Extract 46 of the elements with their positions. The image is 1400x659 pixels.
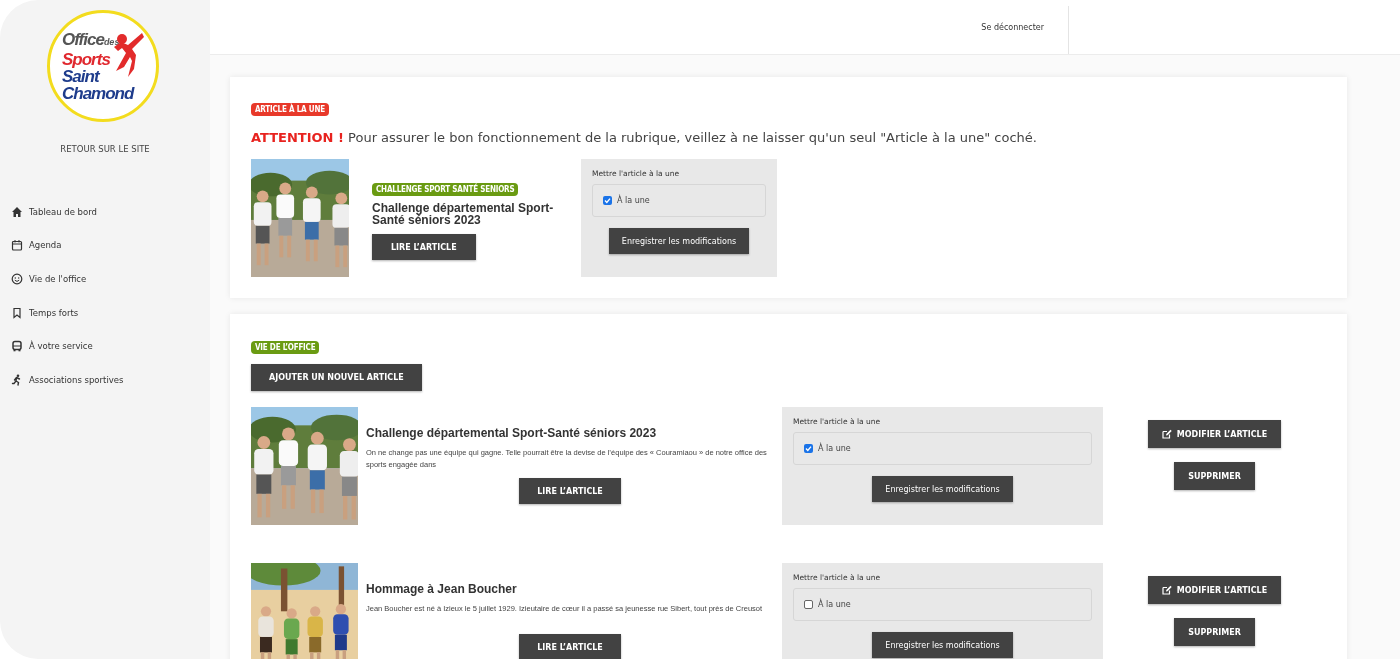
checkbox[interactable] [804,600,813,609]
logo-text: Chamond [62,84,136,102]
article-title: Challenge départemental Sport-Santé séniors 2023 [366,426,658,440]
home-icon [11,205,23,218]
edit-article-button[interactable]: MODIFIER L’ARTICLE [1147,420,1282,448]
edit-article-button[interactable]: MODIFIER L’ARTICLE [1147,576,1282,604]
add-article-button[interactable]: AJOUTER UN NOUVEL ARTICLE [251,364,422,391]
sidebar-item[interactable]: Temps forts [29,307,79,318]
sidebar-item[interactable]: Associations sportives [29,374,124,385]
delete-button[interactable]: SUPPRIMER [1174,462,1255,490]
sidebar-item[interactable]: À votre service [29,341,93,352]
checkbox-label: À la une [818,600,851,609]
warning-message: ATTENTION ! Pour assurer le bon fonctionnement de la rubrique, veillez à ne laisser qu'un seul "Article à la une" coché. [251,130,1038,145]
checkbox-field[interactable]: À la une [592,184,766,217]
article-title: Hommage à Jean Boucher [366,582,518,596]
read-article-button[interactable]: LIRE L’ARTICLE [372,234,476,260]
logo-text: Saint [62,67,100,85]
sidebar-item[interactable]: Agenda [29,240,62,251]
edit-icon [1161,429,1172,439]
save-button[interactable]: Enregistrer les modifications [872,476,1013,502]
bus-icon [11,340,23,353]
save-button[interactable]: Enregistrer les modifications [608,228,750,254]
sidebar-item[interactable]: Vie de l'office [29,274,87,284]
sidebar-item[interactable]: Tableau de bord [29,206,97,217]
edit-icon [1161,585,1172,595]
section-badge: ARTICLE À LA UNE [251,103,329,116]
checkbox-label: À la une [818,444,851,453]
runner-icon [11,373,23,386]
logo-text: Office [62,29,104,49]
save-button[interactable]: Enregistrer les modifications [872,632,1013,658]
smiley-icon [11,273,23,285]
logout-link[interactable]: Se déconnecter [981,22,1044,32]
delete-button[interactable]: SUPPRIMER [1174,618,1255,646]
section-badge: VIE DE L’OFFICE [251,341,320,354]
checkbox-field[interactable]: À la une [793,588,1092,621]
read-article-button[interactable]: LIRE L’ARTICLE [519,634,621,659]
logo-text: des [103,36,120,47]
article-title: Challenge départemental Sport-Santé séniors 2023 [372,202,555,226]
bookmark-icon [11,306,23,319]
category-badge: CHALLENGE SPORT SANTÉ SENIORS [372,183,519,196]
calendar-icon [11,239,23,252]
back-to-site-link[interactable]: RETOUR SUR LE SITE [0,144,210,154]
checkbox-field[interactable]: À la une [793,432,1092,465]
checkbox-label: À la une [617,196,650,205]
read-article-button[interactable]: LIRE L’ARTICLE [519,478,621,504]
logo-text: Sports [62,50,111,68]
